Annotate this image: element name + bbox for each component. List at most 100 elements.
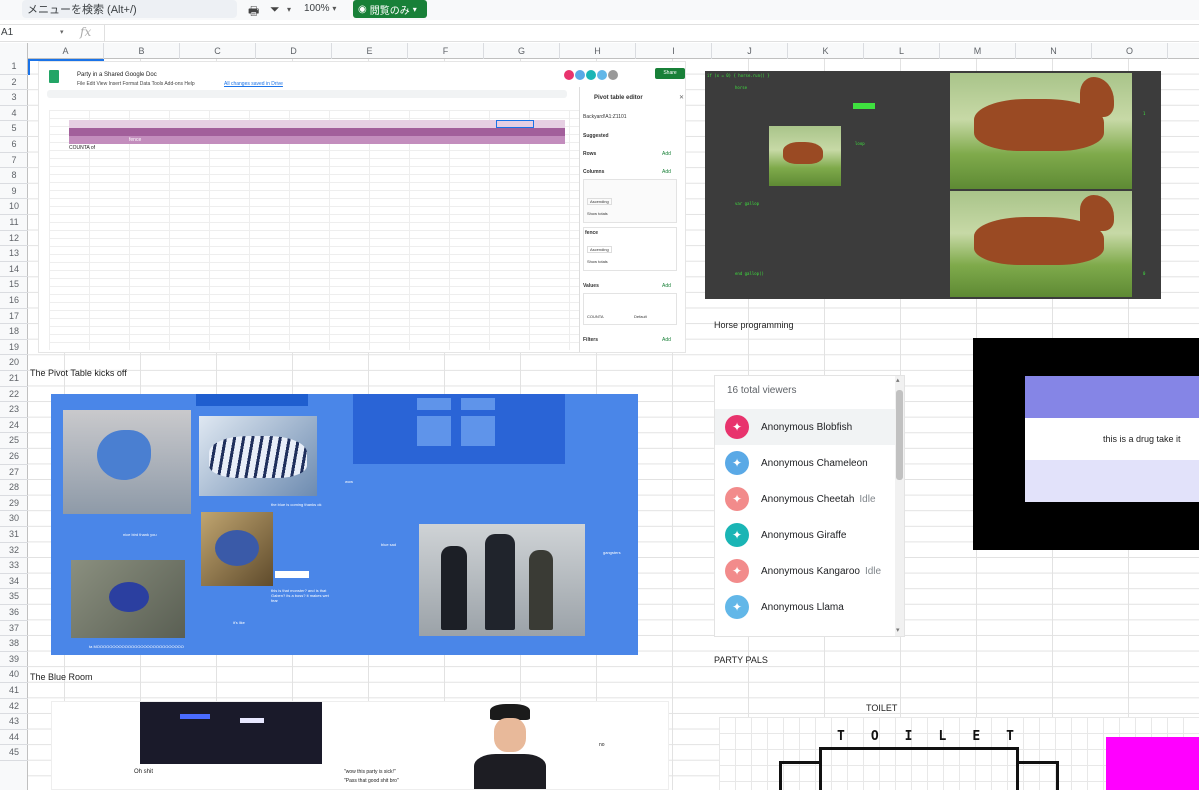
row-header-14[interactable]: 14 — [0, 262, 28, 278]
toilet-image[interactable]: TOILET — [719, 717, 1199, 790]
row-header-20[interactable]: 20 — [0, 355, 28, 371]
column-header-l[interactable]: L — [864, 43, 940, 59]
order-select: Ascending — [587, 246, 612, 253]
column-header-e[interactable]: E — [332, 43, 408, 59]
row-header-22[interactable]: 22 — [0, 387, 28, 403]
row-header-33[interactable]: 33 — [0, 558, 28, 574]
row-header-25[interactable]: 25 — [0, 433, 28, 449]
row-header-16[interactable]: 16 — [0, 293, 28, 309]
scroll-thumb[interactable] — [896, 390, 903, 480]
column-header-a[interactable]: A — [28, 43, 104, 59]
row-header-24[interactable]: 24 — [0, 418, 28, 434]
range-label: Backyard!A1:Z1101 — [583, 114, 627, 120]
terminal-text: 1 — [1143, 111, 1146, 116]
row-header-18[interactable]: 18 — [0, 324, 28, 340]
row-header-2[interactable]: 2 — [0, 75, 28, 91]
row-header-45[interactable]: 45 — [0, 745, 28, 761]
row-header-4[interactable]: 4 — [0, 106, 28, 122]
horse-photo-bottom — [950, 191, 1132, 297]
column-header-c[interactable]: C — [180, 43, 256, 59]
viewer-row[interactable]: ✦ Anonymous Chameleon — [715, 445, 895, 481]
row-header-21[interactable]: 21 — [0, 371, 28, 387]
select-all-corner[interactable] — [0, 43, 28, 59]
row-header-10[interactable]: 10 — [0, 199, 28, 215]
row-header-31[interactable]: 31 — [0, 527, 28, 543]
viewer-row[interactable]: ✦ Anonymous Giraffe — [715, 517, 895, 553]
blue-room-image[interactable]: nice bird thank you the blue is coming t… — [51, 394, 638, 655]
police-party-image[interactable]: Oh shit "wow this party is sick!" "Pass … — [51, 701, 669, 790]
row-header-42[interactable]: 42 — [0, 699, 28, 715]
row-header-1[interactable]: 1 — [0, 59, 28, 75]
gangsters-text: gangsters — [603, 550, 621, 555]
pivot-fence-band: fence — [69, 136, 565, 144]
row-header-11[interactable]: 11 — [0, 215, 28, 231]
row-header-28[interactable]: 28 — [0, 480, 28, 496]
row-header-36[interactable]: 36 — [0, 605, 28, 621]
column-header-h[interactable]: H — [560, 43, 636, 59]
idle-status: Idle — [864, 565, 882, 577]
column-header-i[interactable]: I — [636, 43, 712, 59]
scroll-down-icon[interactable]: ▾ — [896, 626, 900, 634]
column-header-j[interactable]: J — [712, 43, 788, 59]
view-only-button[interactable]: ◉ 閲覧のみ ▾ — [353, 0, 427, 18]
row-header-7[interactable]: 7 — [0, 153, 28, 169]
row-header-32[interactable]: 32 — [0, 543, 28, 559]
viewer-row[interactable]: ✦ Anonymous Blobfish — [715, 409, 895, 445]
row-header-15[interactable]: 15 — [0, 277, 28, 293]
row-header-29[interactable]: 29 — [0, 496, 28, 512]
row-header-19[interactable]: 19 — [0, 340, 28, 356]
row-header-26[interactable]: 26 — [0, 449, 28, 465]
row-header-12[interactable]: 12 — [0, 231, 28, 247]
column-header-f[interactable]: F — [408, 43, 484, 59]
row-header-37[interactable]: 37 — [0, 621, 28, 637]
scroll-up-icon[interactable]: ▴ — [896, 376, 900, 384]
drug-image[interactable]: this is a drug take it — [973, 338, 1199, 550]
animal-avatar-icon: ✦ — [725, 415, 749, 439]
row-header-34[interactable]: 34 — [0, 574, 28, 590]
viewer-row[interactable]: ✦ Anonymous Kangaroo Idle — [715, 553, 895, 589]
green-bar — [853, 103, 875, 109]
row-header-43[interactable]: 43 — [0, 714, 28, 730]
sheet-grid[interactable]: Party in a Shared Google Doc All changes… — [28, 59, 1199, 790]
print-icon[interactable]: 🖶 — [248, 2, 259, 23]
row-header-5[interactable]: 5 — [0, 121, 28, 137]
row-header-41[interactable]: 41 — [0, 683, 28, 699]
row-header-44[interactable]: 44 — [0, 730, 28, 746]
viewer-row[interactable]: ✦ Anonymous Llama — [715, 589, 895, 625]
viewer-name: Anonymous Blobfish — [761, 421, 853, 433]
column-header-d[interactable]: D — [256, 43, 332, 59]
row-header-35[interactable]: 35 — [0, 589, 28, 605]
column-header-m[interactable]: M — [940, 43, 1016, 59]
scrollbar[interactable]: ▴ ▾ — [895, 376, 904, 636]
row-header-23[interactable]: 23 — [0, 402, 28, 418]
pivot-table-screenshot[interactable]: Party in a Shared Google Doc All changes… — [38, 61, 686, 353]
row-header-6[interactable]: 6 — [0, 137, 28, 153]
row-header-8[interactable]: 8 — [0, 168, 28, 184]
avatar — [597, 70, 607, 80]
column-header-n[interactable]: N — [1016, 43, 1092, 59]
add-rows-button: Add — [662, 151, 671, 157]
viewers-panel[interactable]: 16 total viewers ✦ Anonymous Blobfish ✦ Ano… — [714, 375, 905, 637]
menu-search-input[interactable]: メニューを検索 (Alt+/) — [22, 0, 237, 18]
zoom-select[interactable]: 100% ▾ — [304, 3, 336, 14]
filter-dropdown-icon[interactable]: ▾ — [287, 5, 291, 14]
viewer-row[interactable]: ✦ Anonymous Cheetah Idle — [715, 481, 895, 517]
party-pals-caption: PARTY PALS — [714, 655, 768, 665]
row-header-40[interactable]: 40 — [0, 667, 28, 683]
column-header-o[interactable]: O — [1092, 43, 1168, 59]
row-header-3[interactable]: 3 — [0, 90, 28, 106]
column-header-k[interactable]: K — [788, 43, 864, 59]
row-header-39[interactable]: 39 — [0, 652, 28, 668]
row-header-13[interactable]: 13 — [0, 246, 28, 262]
column-header-b[interactable]: B — [104, 43, 180, 59]
row-header-17[interactable]: 17 — [0, 309, 28, 325]
row-header-9[interactable]: 9 — [0, 184, 28, 200]
row-header-30[interactable]: 30 — [0, 511, 28, 527]
row-header-27[interactable]: 27 — [0, 465, 28, 481]
default-select: Default — [634, 314, 647, 319]
name-box[interactable]: A1 ▾ — [0, 27, 68, 41]
column-header-g[interactable]: G — [484, 43, 560, 59]
horse-programming-image[interactable]: if (x = 0) { horse.run() } horse loop va… — [705, 71, 1161, 299]
filter-icon[interactable]: ⏷ — [270, 2, 280, 17]
row-header-38[interactable]: 38 — [0, 636, 28, 652]
